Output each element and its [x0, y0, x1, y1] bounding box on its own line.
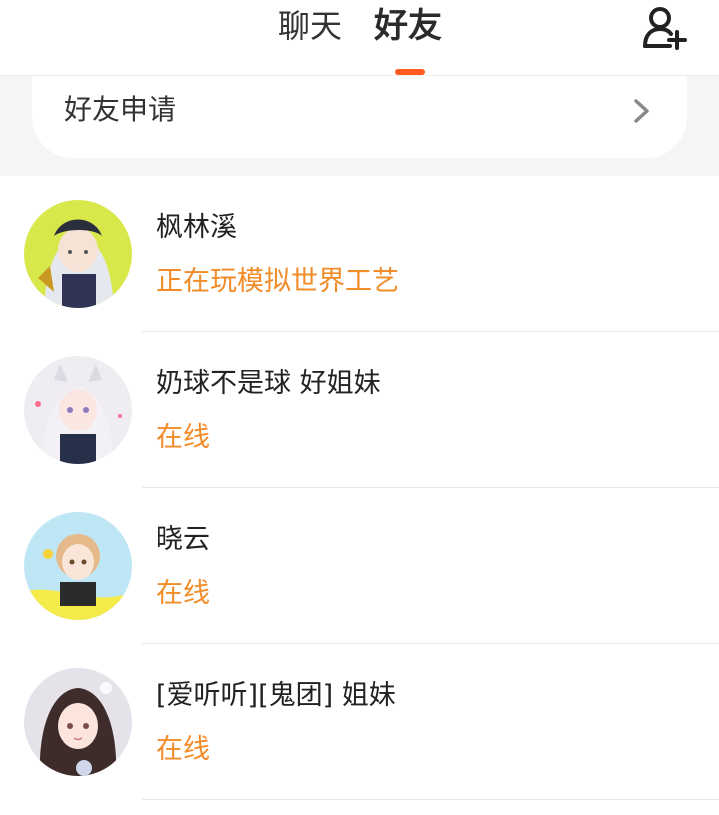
avatar[interactable] [24, 356, 132, 464]
friend-request-entry[interactable]: 好友申请 [32, 76, 687, 158]
friend-status: 正在玩模拟世界工艺 [156, 266, 399, 297]
add-user-icon [643, 7, 687, 50]
avatar[interactable] [24, 668, 132, 776]
friend-request-section: 好友申请 [0, 76, 719, 176]
friend-status: 在线 [156, 578, 210, 609]
friend-row[interactable]: 晓云 在线 [0, 488, 719, 644]
friend-request-label: 好友申请 [64, 93, 177, 126]
divider [142, 799, 719, 800]
top-bar: 聊天 好友 [0, 0, 719, 76]
friend-name: 晓云 [156, 524, 210, 555]
chevron-right-icon [634, 99, 649, 123]
add-friend-button[interactable] [640, 4, 690, 52]
friend-row[interactable]: 奶球不是球 好姐妹 在线 [0, 332, 719, 488]
friend-name: 奶球不是球 好姐妹 [156, 368, 381, 399]
friend-row[interactable]: 枫林溪 正在玩模拟世界工艺 [0, 176, 719, 332]
friend-row[interactable]: [爱听听][鬼团] 姐妹 在线 [0, 644, 719, 800]
avatar[interactable] [24, 200, 132, 308]
friend-name: [爱听听][鬼团] 姐妹 [156, 680, 396, 711]
tab-friends[interactable]: 好友 [374, 6, 442, 46]
friend-status: 在线 [156, 422, 210, 453]
friend-name: 枫林溪 [156, 212, 237, 243]
friend-status: 在线 [156, 734, 210, 765]
avatar[interactable] [24, 512, 132, 620]
active-tab-indicator [395, 69, 425, 75]
tab-chat[interactable]: 聊天 [278, 6, 342, 46]
